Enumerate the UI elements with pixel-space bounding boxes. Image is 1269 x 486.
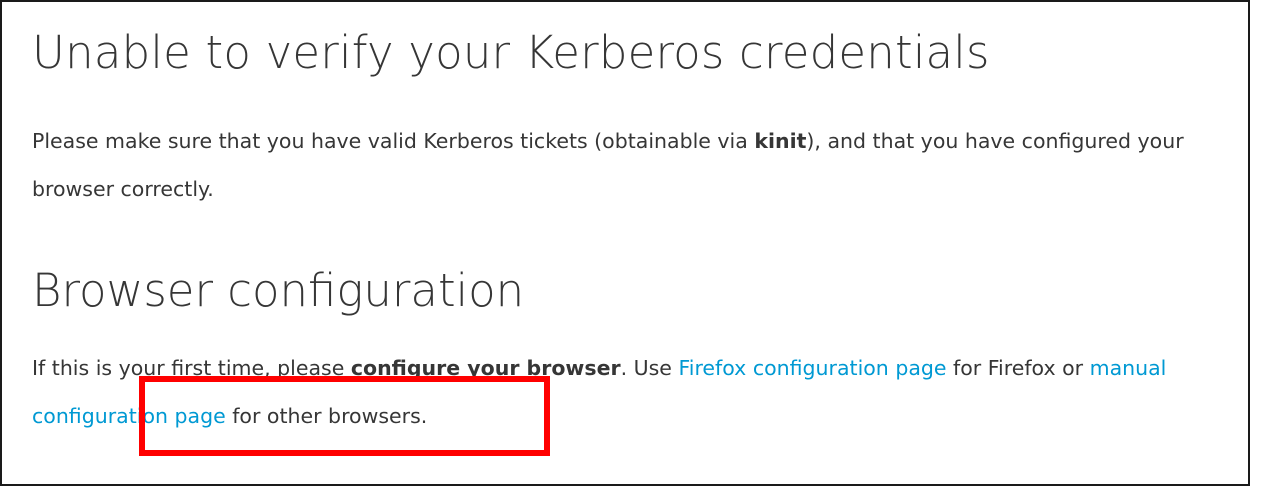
browser-config-title: Browser configuration <box>32 264 525 317</box>
kinit-command: kinit <box>754 129 807 153</box>
configure-browser-emphasis: configure your browser <box>350 356 621 380</box>
firefox-configuration-link[interactable]: Firefox configuration page <box>678 356 946 380</box>
config-text-4: for other browsers. <box>225 404 428 428</box>
error-description: Please make sure that you have valid Ker… <box>32 117 1237 213</box>
error-text-before: Please make sure that you have valid Ker… <box>32 129 755 153</box>
error-title: Unable to verify your Kerberos credentia… <box>32 26 990 79</box>
page-frame: Unable to verify your Kerberos credentia… <box>0 0 1250 486</box>
config-text-3: for Firefox or <box>946 356 1090 380</box>
config-text-2: . Use <box>620 356 679 380</box>
config-text-1: If this is your first time, please <box>32 356 351 380</box>
browser-config-description: If this is your first time, please confi… <box>32 344 1237 440</box>
